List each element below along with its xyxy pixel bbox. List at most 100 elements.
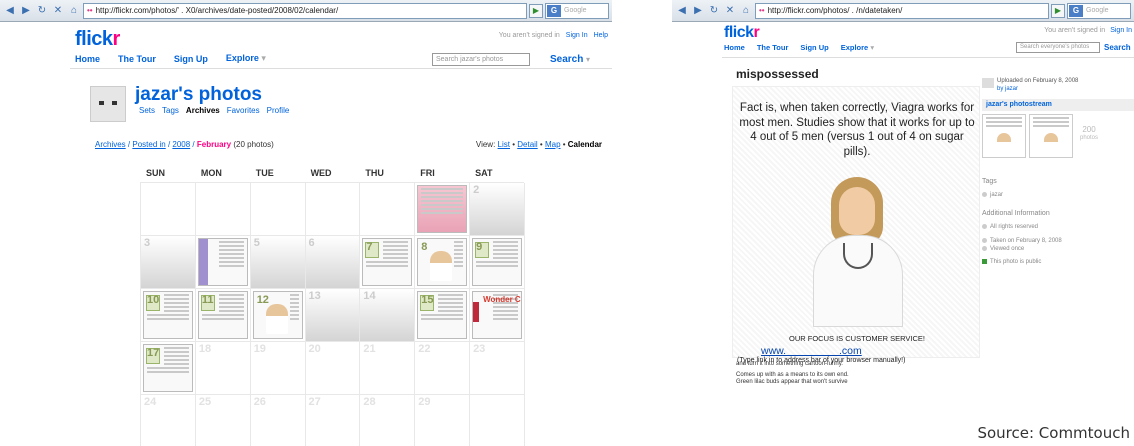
additional-info-heading: Additional Information <box>982 210 1050 217</box>
day-photo-thumb[interactable]: 4 <box>197 238 248 286</box>
refresh-icon[interactable]: ↻ <box>35 4 49 18</box>
day-photo-thumb[interactable]: 15 <box>417 291 468 339</box>
calendar-day[interactable]: 1 <box>415 183 471 236</box>
tab-archives[interactable]: Archives <box>186 106 220 115</box>
calendar-day[interactable]: 17 <box>141 342 196 395</box>
calendar-day: 25 <box>195 395 251 446</box>
nav-sign-up[interactable]: Sign Up <box>800 43 828 52</box>
search-button[interactable]: Search <box>550 54 583 65</box>
calendar-day <box>305 183 361 236</box>
spam-photo[interactable]: Fact is, when taken correctly, Viagra wo… <box>732 86 980 364</box>
nav-sign-up[interactable]: Sign Up <box>174 54 208 64</box>
calendar-day[interactable]: 10 <box>141 289 196 342</box>
crumb-archives[interactable]: Archives <box>95 140 126 149</box>
sign-in-link[interactable]: Sign In <box>1110 27 1132 34</box>
go-button[interactable]: ▶ <box>529 3 543 18</box>
search-input[interactable]: Search everyone's photos <box>1016 42 1100 53</box>
calendar-day[interactable]: 11 <box>195 289 251 342</box>
photostream-thumb[interactable] <box>982 114 1026 158</box>
search-placeholder: Search jazar's photos <box>436 56 504 63</box>
google-search-box[interactable]: G Google <box>545 2 609 19</box>
day-photo-thumb[interactable]: 8 <box>417 238 468 286</box>
stop-icon[interactable]: ✕ <box>723 4 737 18</box>
day-photo-thumb[interactable]: 11 <box>197 291 248 339</box>
nav-home[interactable]: Home <box>724 43 745 52</box>
calendar-day[interactable]: 8 <box>415 236 471 289</box>
photostream-thumb[interactable] <box>1029 114 1073 158</box>
weekday-label: WED <box>310 168 332 178</box>
calendar-day[interactable]: Wonder C16 <box>470 289 525 342</box>
calendar-day[interactable]: 7 <box>360 236 416 289</box>
day-photo-thumb[interactable]: 7 <box>362 238 413 286</box>
nav-the-tour[interactable]: The Tour <box>118 54 156 64</box>
count-number: 200 <box>1082 125 1096 134</box>
breadcrumb: Archives / Posted in / 2008 / February (… <box>95 140 274 149</box>
view-list-link[interactable]: List <box>498 140 510 149</box>
calendar-day: 26 <box>250 395 306 446</box>
flickr-logo[interactable]: flickr <box>724 24 760 42</box>
stop-icon[interactable]: ✕ <box>51 4 65 18</box>
crumb-year[interactable]: 2008 <box>172 140 190 149</box>
tab-sets[interactable]: Sets <box>139 106 155 115</box>
google-search-box[interactable]: G Google <box>1067 2 1131 19</box>
buddy-icon[interactable] <box>982 78 994 88</box>
home-icon[interactable]: ⌂ <box>739 4 753 18</box>
crumb-posted-in[interactable]: Posted in <box>132 140 165 149</box>
calendar-day[interactable]: 15 <box>415 289 471 342</box>
day-number: 28 <box>363 396 376 408</box>
tag-icon <box>982 192 987 197</box>
flickr-logo[interactable]: flickr <box>75 28 120 51</box>
weekday-label: MON <box>200 168 222 178</box>
help-link[interactable]: Help <box>594 32 608 39</box>
buddy-icon[interactable] <box>90 86 126 122</box>
logo-part2: r <box>112 28 121 50</box>
nav-the-tour[interactable]: The Tour <box>757 43 789 52</box>
photo-count-badge[interactable]: 200 photos <box>1080 126 1098 142</box>
day-photo-thumb[interactable]: 10 <box>143 291 193 339</box>
day-photo-thumb[interactable]: 12 <box>252 291 303 339</box>
day-photo-thumb[interactable]: 1 <box>417 185 468 233</box>
sign-in-link[interactable]: Sign In <box>566 32 588 39</box>
back-icon[interactable]: ◀ <box>3 4 17 18</box>
refresh-icon[interactable]: ↻ <box>707 4 721 18</box>
weekday-label: TUE <box>255 168 274 178</box>
search-button[interactable]: Search <box>1104 43 1131 52</box>
taken-date[interactable]: Taken on February 8, 2008 <box>990 238 1062 244</box>
calendar-day[interactable]: 9 <box>470 236 525 289</box>
go-button[interactable]: ▶ <box>1051 3 1065 18</box>
forward-icon[interactable]: ▶ <box>691 4 705 18</box>
day-photo-thumb[interactable]: 9 <box>472 238 522 286</box>
chevron-down-icon: ▾ <box>261 53 266 63</box>
calendar-day: 13 <box>305 289 361 342</box>
uploader-link[interactable]: by jazar <box>997 86 1018 92</box>
tab-tags[interactable]: Tags <box>162 106 179 115</box>
search-input[interactable]: Search jazar's photos <box>432 53 530 66</box>
forward-icon[interactable]: ▶ <box>19 4 33 18</box>
photostream-title: jazar's photostream <box>986 101 1052 108</box>
logo-part1: flick <box>75 28 113 50</box>
calendar-day[interactable]: 12 <box>250 289 306 342</box>
day-photo-thumb[interactable]: Wonder C16 <box>472 291 522 339</box>
photostream-header[interactable]: jazar's photostream <box>982 99 1134 111</box>
day-photo-thumb[interactable]: 17 <box>143 344 193 392</box>
tab-favorites[interactable]: Favorites <box>227 106 260 115</box>
day-number: 6 <box>308 237 315 249</box>
nav-home[interactable]: Home <box>75 54 100 64</box>
caption-line: Green lilac buds appear that won't survi… <box>736 379 848 385</box>
home-icon[interactable]: ⌂ <box>67 4 81 18</box>
tag-link[interactable]: jazar <box>990 192 1003 198</box>
day-number: 23 <box>473 343 486 355</box>
view-detail-link[interactable]: Detail <box>517 140 537 149</box>
address-bar[interactable]: •• http://flickr.com/photos/ . /n/datetak… <box>755 2 1049 19</box>
view-map-link[interactable]: Map <box>545 140 561 149</box>
tab-profile[interactable]: Profile <box>267 106 290 115</box>
calendar-day[interactable]: 4 <box>195 236 251 289</box>
logo-part2: r <box>753 24 760 41</box>
focus-text: OUR FOCUS IS CUSTOMER SERVICE! <box>789 334 925 343</box>
profile-title[interactable]: jazar's photos <box>135 84 262 106</box>
nav-explore[interactable]: Explore ▾ <box>841 43 874 52</box>
nav-explore[interactable]: Explore ▾ <box>226 53 266 64</box>
address-bar[interactable]: •• http://flickr.com/photos/' . X0/archiv… <box>83 2 527 19</box>
calendar-day <box>195 183 251 236</box>
back-icon[interactable]: ◀ <box>675 4 689 18</box>
